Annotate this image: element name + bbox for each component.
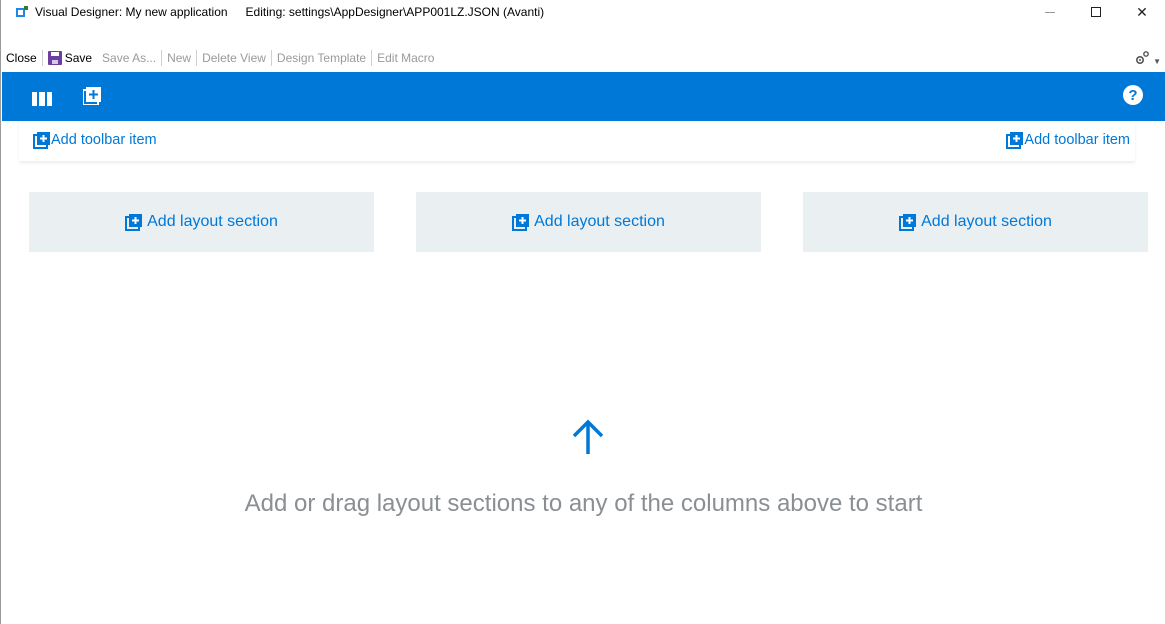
add-toolbar-item-left[interactable]: Add toolbar item [33,131,157,149]
settings-menu-button[interactable]: ▼ [1134,46,1161,70]
new-label: New [167,51,192,65]
maximize-icon [1091,7,1101,17]
close-button[interactable]: Close [1,48,42,68]
arrow-up-icon [572,419,604,454]
delete-view-button[interactable]: Delete View [197,48,271,68]
new-button[interactable]: New [162,48,196,68]
gear-icon [1136,51,1149,65]
help-icon[interactable]: ? [1123,85,1143,105]
maximize-button[interactable] [1073,0,1119,24]
app-logo-icon [16,6,28,18]
add-box-icon [899,214,917,231]
add-toolbar-item-label: Add toolbar item [1024,132,1130,148]
add-layout-section-column-1[interactable]: Add layout section [29,192,374,252]
add-toolbar-item-label: Add toolbar item [51,132,157,148]
editing-path: Editing: settings\AppDesigner\APP001LZ.J… [245,5,545,19]
close-label: Close [6,51,37,65]
chevron-down-icon: ▼ [1153,56,1161,66]
columns-icon[interactable] [32,92,52,106]
close-window-button[interactable]: ✕ [1119,0,1165,24]
save-label: Save [64,51,93,65]
menu-toolbar: Close Save Save As... New Delete View De… [1,46,1165,70]
add-layout-section-label: Add layout section [147,213,278,230]
design-template-label: Design Template [276,51,367,65]
add-layout-section-label: Add layout section [921,213,1052,230]
add-box-icon [512,214,530,231]
edit-macro-label: Edit Macro [377,51,435,65]
add-box-icon [125,214,143,231]
add-layout-section-label: Add layout section [534,213,665,230]
close-icon: ✕ [1136,3,1148,20]
save-icon [47,51,62,65]
window-controls: ✕ [1027,0,1165,24]
add-toolbar-item-right[interactable]: Add toolbar item [1006,131,1130,149]
save-as-button[interactable]: Save As... [97,48,161,68]
app-window: Visual Designer: My new application Edit… [0,0,1165,624]
add-box-icon[interactable] [83,87,101,105]
add-box-icon [1006,132,1024,149]
design-template-button[interactable]: Design Template [272,48,371,68]
empty-state-hint: Add or drag layout sections to any of th… [244,490,923,517]
minimize-icon [1045,11,1055,13]
delete-view-label: Delete View [202,51,266,65]
add-layout-section-column-2[interactable]: Add layout section [416,192,761,252]
add-box-icon [33,132,50,149]
minimize-button[interactable] [1027,0,1073,24]
edit-macro-button[interactable]: Edit Macro [372,48,439,68]
save-button[interactable]: Save [43,48,97,68]
window-title: Visual Designer: My new application [35,5,228,19]
designer-ribbon [2,72,1165,121]
title-bar: Visual Designer: My new application Edit… [1,0,1165,24]
add-layout-section-column-3[interactable]: Add layout section [803,192,1148,252]
toolbar-item-strip: Add toolbar item Add toolbar item [19,121,1135,161]
save-as-label: Save As... [102,51,157,65]
